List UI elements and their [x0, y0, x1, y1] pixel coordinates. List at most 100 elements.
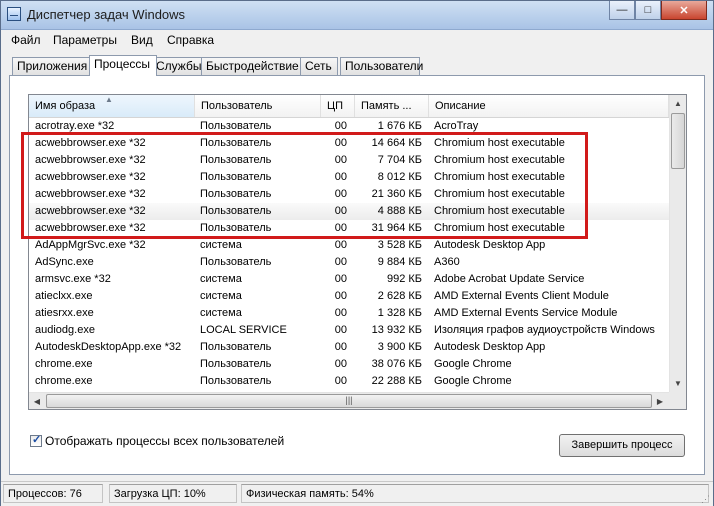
table-row[interactable]: acwebbrowser.exe *32 Пользователь 00 4 888 … [29, 203, 669, 220]
process-cpu-cell: 00 [334, 273, 347, 285]
table-row[interactable]: atieclxx.exe система 00 2 628 КБ AMD Externa… [29, 288, 669, 305]
table-row[interactable]: chrome.exe Пользователь 00 22 288 КБ Google … [29, 373, 669, 390]
process-description-cell: Chromium host executable [434, 137, 565, 149]
status-physical-memory: Физическая память: 54% [241, 484, 709, 503]
tab-applications[interactable]: Приложения [12, 57, 91, 75]
menu-bar: Файл Параметры Вид Справка [1, 30, 713, 50]
scroll-down-icon[interactable]: ▼ [670, 375, 686, 392]
tab-services[interactable]: Службы [151, 57, 202, 75]
process-cpu-cell: 00 [334, 290, 347, 302]
column-header-user[interactable]: Пользователь [195, 95, 321, 117]
table-row[interactable]: AutodeskDesktopApp.exe *32 Пользователь 00… [29, 339, 669, 356]
menu-options[interactable]: Параметры [53, 33, 117, 47]
process-cpu-cell: 00 [334, 256, 347, 268]
menu-help[interactable]: Справка [167, 33, 214, 47]
process-user-cell: Пользователь [200, 375, 272, 387]
resize-grip-icon[interactable]: ⋰ [701, 494, 711, 504]
list-header: Имя образа ▲ Пользователь ЦП Память ... … [29, 95, 669, 118]
process-name-cell: AdAppMgrSvc.exe *32 [35, 239, 146, 251]
process-description-cell: Autodesk Desktop App [434, 239, 546, 251]
scroll-up-icon[interactable]: ▲ [670, 95, 686, 112]
vertical-scroll-thumb[interactable] [671, 113, 685, 169]
process-description-cell: A360 [434, 256, 460, 268]
process-user-cell: Пользователь [200, 256, 272, 268]
table-row[interactable]: armsvc.exe *32 система 00 992 КБ Adobe Acrob… [29, 271, 669, 288]
process-cpu-cell: 00 [334, 137, 347, 149]
tab-performance[interactable]: Быстродействие [201, 57, 301, 75]
minimize-button[interactable]: — [609, 1, 635, 20]
process-name-cell: AutodeskDesktopApp.exe *32 [35, 341, 182, 353]
process-description-cell: Chromium host executable [434, 205, 565, 217]
table-row[interactable]: acwebbrowser.exe *32 Пользователь 00 31 964… [29, 220, 669, 237]
tab-processes[interactable]: Процессы [89, 55, 157, 76]
process-memory-cell: 7 704 КБ [377, 154, 422, 166]
process-name-cell: acrotray.exe *32 [35, 120, 115, 132]
process-cpu-cell: 00 [334, 307, 347, 319]
process-user-cell: система [200, 273, 242, 285]
process-cpu-cell: 00 [334, 239, 347, 251]
table-row[interactable]: acwebbrowser.exe *32 Пользователь 00 8 012 … [29, 169, 669, 186]
task-manager-window: Диспетчер задач Windows — □ ✕ Файл Парам… [0, 0, 714, 506]
table-row[interactable]: acwebbrowser.exe *32 Пользователь 00 14 664… [29, 135, 669, 152]
process-name-cell: acwebbrowser.exe *32 [35, 222, 146, 234]
process-memory-cell: 31 964 КБ [371, 222, 422, 234]
process-description-cell: Chromium host executable [434, 222, 565, 234]
table-row[interactable]: acwebbrowser.exe *32 Пользователь 00 21 360… [29, 186, 669, 203]
process-user-cell: Пользователь [200, 222, 272, 234]
horizontal-scrollbar[interactable]: ◀ ||| ▶ [29, 392, 669, 409]
process-cpu-cell: 00 [334, 222, 347, 234]
process-memory-cell: 1 328 КБ [377, 307, 422, 319]
process-user-cell: Пользователь [200, 188, 272, 200]
table-row[interactable]: chrome.exe Пользователь 00 38 076 КБ Google … [29, 356, 669, 373]
table-row[interactable]: audiodg.exe LOCAL SERVICE 00 13 932 КБ Изоля… [29, 322, 669, 339]
process-memory-cell: 2 628 КБ [377, 290, 422, 302]
status-bar: Процессов: 76 Загрузка ЦП: 10% Физическа… [1, 481, 713, 506]
maximize-button[interactable]: □ [635, 1, 661, 20]
process-description-cell: Chromium host executable [434, 154, 565, 166]
column-header-description[interactable]: Описание [429, 95, 669, 117]
table-row[interactable]: atiesrxx.exe система 00 1 328 КБ AMD Externa… [29, 305, 669, 322]
process-user-cell: Пользователь [200, 358, 272, 370]
process-memory-cell: 21 360 КБ [371, 188, 422, 200]
table-row[interactable]: AdSync.exe Пользователь 00 9 884 КБ A360 [29, 254, 669, 271]
process-name-cell: acwebbrowser.exe *32 [35, 188, 146, 200]
column-header-image-name[interactable]: Имя образа ▲ [29, 95, 195, 117]
tab-network[interactable]: Сеть [300, 57, 338, 75]
menu-view[interactable]: Вид [131, 33, 153, 47]
process-memory-cell: 3 528 КБ [377, 239, 422, 251]
process-memory-cell: 9 884 КБ [377, 256, 422, 268]
table-row[interactable]: AdAppMgrSvc.exe *32 система 00 3 528 КБ Auto… [29, 237, 669, 254]
process-user-cell: Пользователь [200, 120, 272, 132]
process-cpu-cell: 00 [334, 205, 347, 217]
process-description-cell: AMD External Events Client Module [434, 290, 609, 302]
process-name-cell: acwebbrowser.exe *32 [35, 205, 146, 217]
show-all-users-option[interactable]: ✓ Отображать процессы всех пользователей [30, 434, 284, 448]
process-user-cell: система [200, 239, 242, 251]
table-row[interactable]: acrotray.exe *32 Пользователь 00 1 676 КБ Ac… [29, 118, 669, 135]
show-all-users-label: Отображать процессы всех пользователей [45, 434, 285, 448]
process-user-cell: система [200, 290, 242, 302]
process-memory-cell: 38 076 КБ [371, 358, 422, 370]
scroll-right-icon[interactable]: ▶ [652, 393, 668, 409]
process-description-cell: Google Chrome [434, 358, 512, 370]
process-memory-cell: 8 012 КБ [377, 171, 422, 183]
title-bar[interactable]: Диспетчер задач Windows — □ ✕ [1, 1, 713, 30]
column-header-memory[interactable]: Память ... [355, 95, 429, 117]
end-process-button[interactable]: Завершить процесс [559, 434, 685, 457]
close-button[interactable]: ✕ [661, 1, 707, 20]
scroll-left-icon[interactable]: ◀ [29, 393, 45, 409]
process-description-cell: Chromium host executable [434, 171, 565, 183]
menu-file[interactable]: Файл [11, 33, 41, 47]
vertical-scrollbar[interactable]: ▲ ▼ [669, 95, 686, 392]
table-row[interactable]: acwebbrowser.exe *32 Пользователь 00 7 704 … [29, 152, 669, 169]
tab-users[interactable]: Пользователи [340, 57, 423, 75]
process-list[interactable]: Имя образа ▲ Пользователь ЦП Память ... … [28, 94, 687, 410]
column-header-cpu[interactable]: ЦП [321, 95, 355, 117]
process-name-cell: atiesrxx.exe [35, 307, 94, 319]
horizontal-scroll-thumb[interactable]: ||| [46, 394, 652, 408]
process-name-cell: armsvc.exe *32 [35, 273, 111, 285]
process-description-cell: AMD External Events Service Module [434, 307, 618, 319]
process-user-cell: Пользователь [200, 341, 272, 353]
task-manager-icon [7, 7, 21, 21]
show-all-users-checkbox[interactable]: ✓ [30, 434, 42, 447]
